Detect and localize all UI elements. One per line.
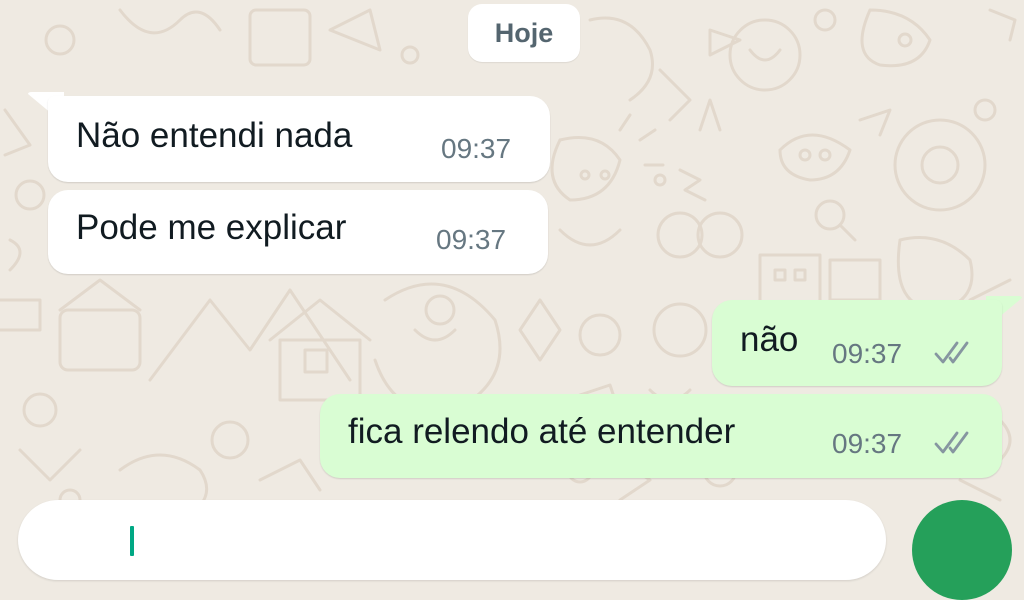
message-text: não — [740, 320, 799, 359]
date-separator: Hoje — [468, 4, 580, 62]
double-check-icon — [934, 431, 969, 454]
message-bubble-incoming[interactable]: Pode me explicar 09:37 — [48, 190, 548, 274]
double-check-icon — [934, 341, 969, 364]
message-input[interactable] — [18, 500, 886, 580]
message-bubble-outgoing[interactable]: não 09:37 — [712, 300, 1002, 386]
message-timestamp: 09:37 — [832, 338, 903, 369]
message-bubble-outgoing[interactable]: fica relendo até entender 09:37 — [320, 394, 1002, 478]
message-timestamp: 09:37 — [441, 133, 512, 164]
text-cursor — [130, 526, 134, 556]
message-text: Não entendi nada — [76, 116, 353, 155]
date-separator-label: Hoje — [494, 17, 554, 48]
message-text: Pode me explicar — [76, 208, 347, 247]
message-bubble-incoming[interactable]: Não entendi nada 09:37 — [48, 96, 550, 182]
message-timestamp: 09:37 — [436, 224, 507, 255]
message-text: fica relendo até entender — [348, 412, 736, 451]
message-timestamp: 09:37 — [832, 428, 903, 459]
send-button[interactable] — [912, 500, 1012, 600]
